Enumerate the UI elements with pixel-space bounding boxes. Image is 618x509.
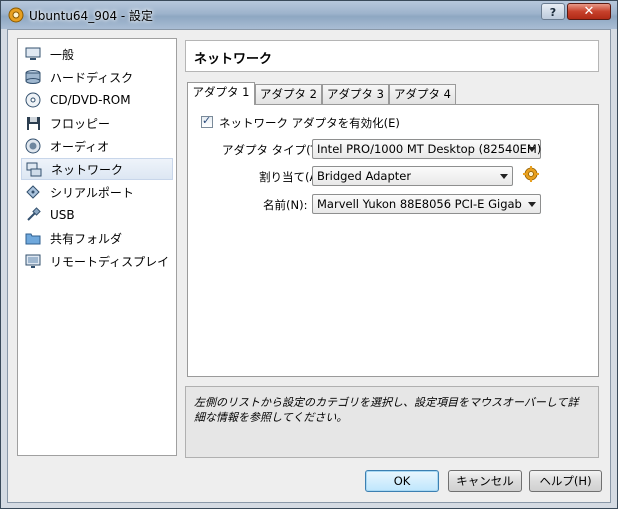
sidebar-item-label: USB [50,208,75,222]
sidebar-item-label: CD/DVD-ROM [50,93,131,107]
hard-disk-icon [24,69,42,85]
sidebar-item-label: ネットワーク [51,162,124,177]
interface-name-value: Marvell Yukon 88E8056 PCI-E Gigabit E [317,197,522,211]
name-label: 名前(N): [263,198,308,212]
cancel-button[interactable]: キャンセル [448,470,522,492]
page-title: ネットワーク [194,52,273,67]
adapter-type-select[interactable]: Intel PRO/1000 MT Desktop (82540EM) [312,139,541,159]
description-panel: 左側のリストから設定のカテゴリを選択し、設定項目をマウスオーバーして詳細な情報を… [185,386,599,458]
sidebar-item-label: フロッピー [50,116,111,131]
sidebar-item-shared-folders[interactable]: 共有フォルダ [21,227,173,249]
page-title-box: ネットワーク [185,40,599,72]
interface-name-select[interactable]: Marvell Yukon 88E8056 PCI-E Gigabit E [312,194,541,214]
settings-window: Ubuntu64_904 - 設定 ? ✕ 一般 ハードディスク CD/DVD-… [0,0,618,509]
help-button[interactable]: ヘルプ(H) [529,470,602,492]
ok-button[interactable]: OK [365,470,439,492]
chevron-down-icon [528,147,536,152]
enable-adapter-label[interactable]: ネットワーク アダプタを有効化(E) [219,115,400,131]
sidebar-item-usb[interactable]: USB [21,204,173,226]
tab-adapter-2[interactable]: アダプタ 2 [255,84,322,104]
attached-to-value: Bridged Adapter [317,169,412,183]
adapter-type-label: アダプタ タイプ(T): [222,143,327,157]
sidebar-item-hard-disk[interactable]: ハードディスク [21,66,173,88]
sidebar-item-audio[interactable]: オーディオ [21,135,173,157]
tab-adapter-3[interactable]: アダプタ 3 [322,84,389,104]
dialog-client-area: 一般 ハードディスク CD/DVD-ROM フロッピー オーディオ ネットワーク [7,29,611,503]
folder-icon [24,230,42,246]
attached-to-select[interactable]: Bridged Adapter [312,166,513,186]
adapter-type-value: Intel PRO/1000 MT Desktop (82540EM) [317,142,542,156]
sidebar-item-label: オーディオ [50,139,110,154]
settings-gear-icon [8,7,24,23]
network-icon [25,161,43,177]
sidebar-item-label: リモートディスプレイ [50,254,170,269]
serial-port-icon [24,184,42,200]
sidebar-item-cd-dvd[interactable]: CD/DVD-ROM [21,89,173,111]
sidebar-item-general[interactable]: 一般 [21,43,173,65]
help-title-button[interactable]: ? [541,3,565,20]
remote-display-icon [24,253,42,269]
sidebar-item-floppy[interactable]: フロッピー [21,112,173,134]
adapter-tab-panel: ネットワーク アダプタを有効化(E) アダプタ タイプ(T): Intel PR… [187,104,599,377]
enable-adapter-checkbox[interactable] [201,114,213,128]
sidebar-item-label: ハードディスク [50,70,134,85]
sidebar-item-serial-port[interactable]: シリアルポート [21,181,173,203]
window-title: Ubuntu64_904 - 設定 [29,9,154,23]
monitor-icon [24,46,42,62]
sidebar-item-remote-display[interactable]: リモートディスプレイ [21,250,173,272]
chevron-down-icon [528,202,536,207]
tab-adapter-1[interactable]: アダプタ 1 [187,82,255,105]
category-list[interactable]: 一般 ハードディスク CD/DVD-ROM フロッピー オーディオ ネットワーク [17,38,177,456]
sidebar-item-network[interactable]: ネットワーク [21,158,173,180]
title-bar[interactable]: Ubuntu64_904 - 設定 ? ✕ [1,1,617,29]
usb-icon [24,207,42,223]
tab-adapter-4[interactable]: アダプタ 4 [389,84,456,104]
audio-icon [24,138,42,154]
gear-icon[interactable] [522,165,540,183]
description-text: 左側のリストから設定のカテゴリを選択し、設定項目をマウスオーバーして詳細な情報を… [194,396,579,424]
chevron-down-icon [500,174,508,179]
sidebar-item-label: 一般 [50,47,75,62]
close-button[interactable]: ✕ [567,3,611,20]
sidebar-item-label: シリアルポート [50,185,134,200]
floppy-icon [24,115,42,131]
sidebar-item-label: 共有フォルダ [50,231,123,246]
cd-icon [24,92,42,108]
